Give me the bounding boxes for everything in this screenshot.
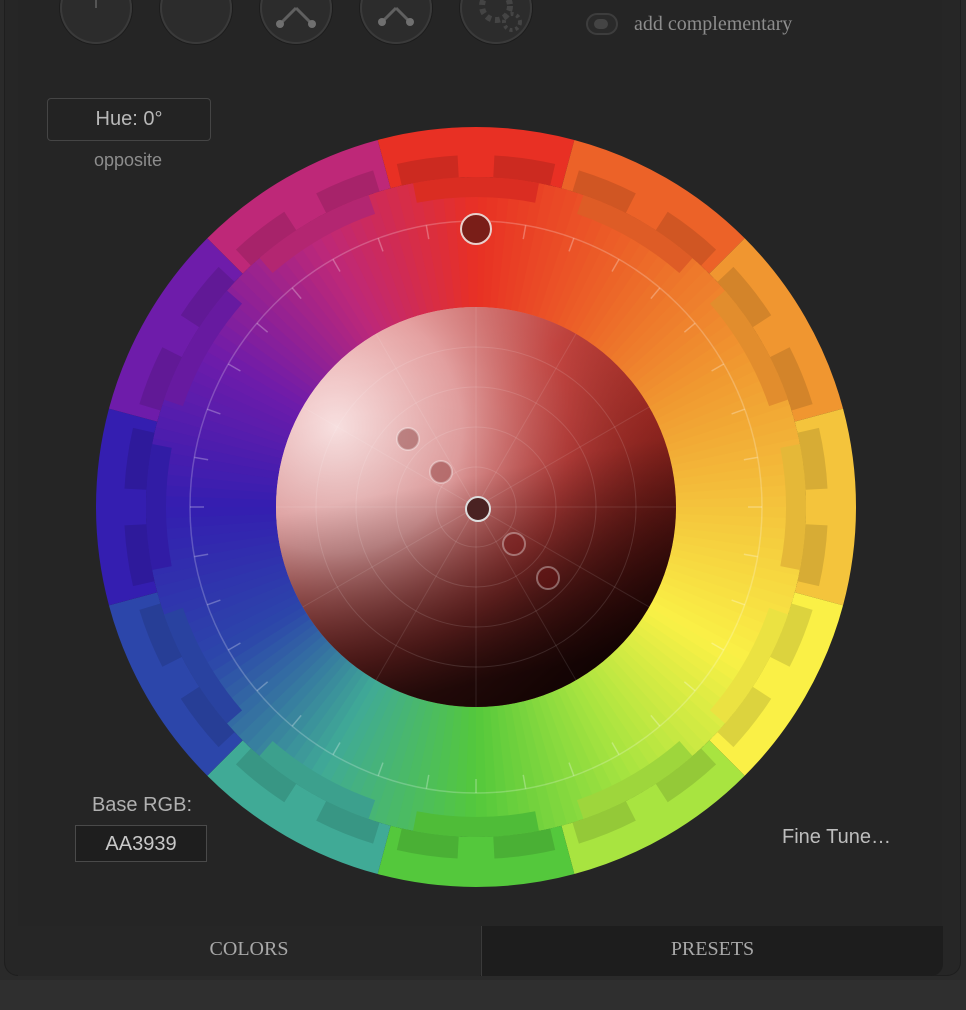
base-rgb-label: Base RGB: — [91, 794, 193, 816]
base-rgb-input[interactable]: AA3939 — [75, 825, 207, 862]
hue-handle[interactable] — [460, 213, 492, 245]
tab-presets[interactable]: PRESETS — [481, 926, 943, 976]
tab-colors[interactable]: COLORS — [18, 926, 480, 976]
variant-handle[interactable] — [429, 460, 453, 484]
variant-handle[interactable] — [536, 566, 560, 590]
base-color-handle[interactable] — [465, 496, 491, 522]
variant-handle[interactable] — [502, 532, 526, 556]
fine-tune-link[interactable]: Fine Tune… — [782, 826, 891, 849]
variant-handle[interactable] — [396, 427, 420, 451]
